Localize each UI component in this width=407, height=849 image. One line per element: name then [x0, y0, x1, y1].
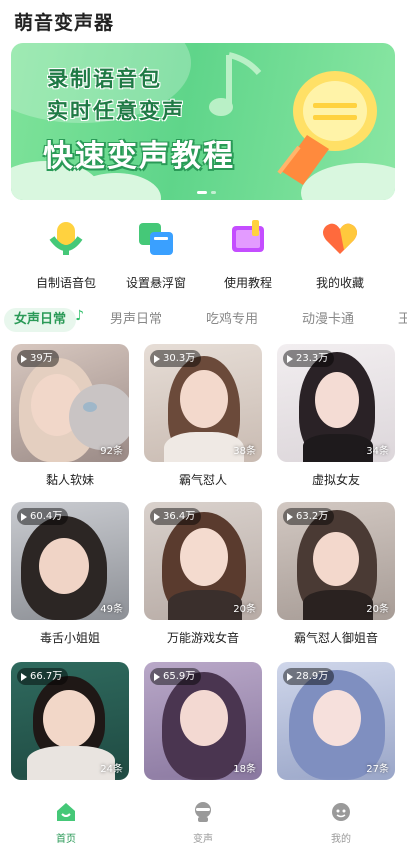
play-count-badge: 36.4万: [150, 508, 202, 525]
quick-actions: 自制语音包 设置悬浮窗 使用教程 我的收藏: [0, 212, 407, 292]
clip-count: 38条: [233, 446, 256, 457]
voice-pack-name: 毒舌小姐姐: [39, 631, 100, 645]
clip-count: 27条: [366, 764, 389, 775]
clip-count: 18条: [233, 764, 256, 775]
tab-female-daily[interactable]: 女声日常 ♪: [4, 308, 84, 332]
tutorial-book-icon: [232, 220, 264, 252]
tab-label: 王: [398, 312, 407, 327]
quick-action-floating-window[interactable]: 设置悬浮窗: [108, 212, 204, 291]
voice-pack-name: 虚拟女友: [311, 473, 360, 487]
nav-profile[interactable]: 我的: [311, 801, 371, 845]
quick-action-favorites[interactable]: 我的收藏: [292, 212, 388, 291]
microphone-icon: [49, 222, 83, 255]
tab-male-daily[interactable]: 男声日常: [110, 308, 162, 332]
play-icon: [287, 672, 293, 681]
quick-action-record-voice-pack[interactable]: 自制语音包: [18, 212, 114, 291]
clip-count: 24条: [100, 764, 123, 775]
tab-label: 男声日常: [110, 312, 163, 327]
quick-action-label: 我的收藏: [315, 276, 364, 290]
clip-count: 92条: [100, 446, 123, 457]
play-count-badge: 30.3万: [150, 350, 202, 367]
play-icon: [154, 354, 160, 363]
nav-label: 变声: [193, 834, 213, 845]
nav-label: 我的: [331, 834, 351, 845]
promo-banner[interactable]: 录制语音包 实时任意变声 快速变声教程: [11, 43, 395, 200]
voice-pack-cover: 28.9万 27条: [277, 662, 395, 780]
voice-pack-cover: 66.7万 24条: [11, 662, 129, 780]
clip-count: 49条: [100, 604, 123, 615]
play-count-badge: 39万: [17, 350, 59, 367]
play-count-badge: 65.9万: [150, 668, 202, 685]
voice-pack-name: 黏人软妹: [45, 473, 94, 487]
voice-pack-card[interactable]: 36.4万 20条 万能游戏女音: [144, 502, 262, 646]
profile-icon: [332, 803, 350, 821]
nav-label: 首页: [56, 834, 76, 845]
quick-action-label: 设置悬浮窗: [125, 276, 186, 290]
voice-pack-card[interactable]: 23.3万 34条 虚拟女友: [277, 344, 395, 488]
play-icon: [21, 354, 27, 363]
voice-pack-name: 万能游戏女音: [166, 631, 239, 645]
tab-label: 吃鸡专用: [206, 312, 259, 327]
play-count-badge: 63.2万: [283, 508, 335, 525]
clip-count: 20条: [366, 604, 389, 615]
tab-more[interactable]: 王: [398, 308, 407, 332]
voice-pack-cover: 30.3万 38条: [144, 344, 262, 462]
music-note-icon: ♪: [75, 308, 85, 324]
banner-line-2: 实时任意变声: [47, 99, 185, 123]
voice-pack-cover: 36.4万 20条: [144, 502, 262, 620]
play-icon: [21, 672, 27, 681]
tab-label: 女声日常: [14, 312, 67, 327]
play-icon: [154, 512, 160, 521]
carousel-indicator: [197, 191, 216, 194]
voice-change-icon: [195, 802, 211, 822]
nav-voice-change[interactable]: 变声: [173, 801, 233, 845]
megaphone-icon: [277, 71, 377, 185]
voice-pack-cover: 65.9万 18条: [144, 662, 262, 780]
home-icon: [57, 803, 75, 821]
play-icon: [154, 672, 160, 681]
voice-pack-card[interactable]: 28.9万 27条: [277, 662, 395, 789]
play-count-badge: 66.7万: [17, 668, 69, 685]
heart-icon: [323, 223, 357, 254]
play-count-badge: 28.9万: [283, 668, 335, 685]
tab-anime-cartoon[interactable]: 动漫卡通: [302, 308, 354, 332]
floating-window-icon: [139, 223, 173, 255]
quick-action-label: 使用教程: [223, 276, 272, 290]
voice-pack-cover: 39万 92条: [11, 344, 129, 462]
banner-line-3: 快速变声教程: [43, 139, 235, 174]
voice-pack-card[interactable]: 66.7万 24条: [11, 662, 129, 789]
play-count-badge: 23.3万: [283, 350, 335, 367]
voice-pack-name: 霸气怼人御姐音: [293, 631, 378, 645]
tab-pubg[interactable]: 吃鸡专用: [206, 308, 258, 332]
voice-pack-card[interactable]: 63.2万 20条 霸气怼人御姐音: [277, 502, 395, 646]
play-icon: [21, 512, 27, 521]
voice-pack-card[interactable]: 65.9万 18条: [144, 662, 262, 789]
play-icon: [287, 512, 293, 521]
play-icon: [287, 354, 293, 363]
tab-label: 动漫卡通: [302, 312, 355, 327]
clip-count: 20条: [233, 604, 256, 615]
voice-pack-cover: 23.3万 34条: [277, 344, 395, 462]
voice-pack-cover: 60.4万 49条: [11, 502, 129, 620]
play-count-badge: 60.4万: [17, 508, 69, 525]
bottom-navigation: 首页 变声 我的: [0, 795, 407, 849]
voice-pack-card[interactable]: 60.4万 49条 毒舌小姐姐: [11, 502, 129, 646]
quick-action-tutorial[interactable]: 使用教程: [200, 212, 296, 291]
category-tabs: 女声日常 ♪ 男声日常 吃鸡专用 动漫卡通 王: [0, 304, 407, 334]
music-note-icon: [209, 52, 262, 116]
voice-pack-cover: 63.2万 20条: [277, 502, 395, 620]
voice-pack-card[interactable]: 30.3万 38条 霸气怼人: [144, 344, 262, 488]
voice-pack-card[interactable]: 39万 92条 黏人软妹: [11, 344, 129, 488]
quick-action-label: 自制语音包: [35, 276, 96, 290]
clip-count: 34条: [366, 446, 389, 457]
app-title: 萌音变声器: [14, 12, 115, 34]
banner-line-1: 录制语音包: [47, 67, 162, 91]
voice-pack-name: 霸气怼人: [178, 473, 227, 487]
nav-home[interactable]: 首页: [36, 801, 96, 845]
